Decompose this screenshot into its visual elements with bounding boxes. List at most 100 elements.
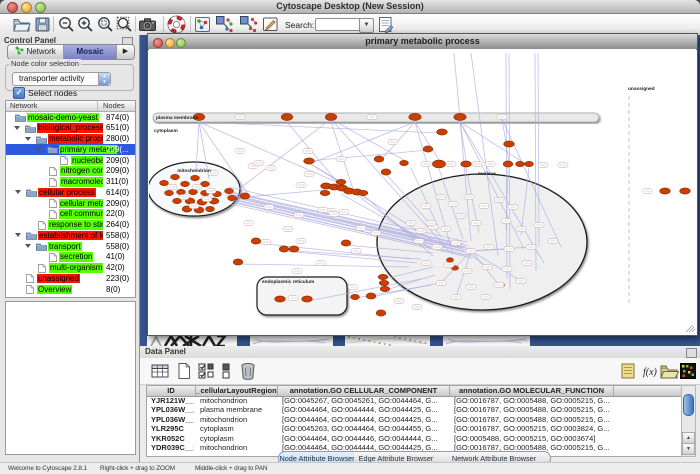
graph-node[interactable] (225, 188, 234, 193)
table-cell[interactable]: [GO:0045263, GO:0044464, GO:0044455, G..… (282, 424, 448, 433)
tree-row[interactable]: nitrogen compo209(0) (6, 166, 135, 177)
tree-row[interactable]: macromolecule311(0) (6, 177, 135, 188)
zoom-fit-icon[interactable] (115, 15, 134, 34)
zoom-in-icon[interactable] (76, 15, 95, 34)
zoom-selected-icon[interactable] (96, 15, 115, 34)
tree-row[interactable]: unassigned223(0) (6, 273, 135, 284)
attribute-table-icon[interactable] (150, 361, 170, 381)
search-dropdown-button[interactable]: ▼ (359, 18, 374, 33)
graph-node[interactable] (171, 174, 180, 179)
table-cell[interactable]: mitochondrion (200, 396, 276, 405)
layout-a-icon[interactable] (215, 15, 234, 34)
table-cell[interactable]: [GO:0016787, GO:0005215, GO:0003824, G..… (454, 424, 679, 433)
graph-node[interactable] (454, 113, 466, 120)
network-window-title-bar[interactable]: primary metabolic process (148, 34, 697, 50)
network-view-icon[interactable] (193, 15, 212, 34)
graph-node[interactable] (409, 113, 421, 120)
graph-node[interactable] (374, 156, 384, 162)
table-cell[interactable]: plasma membrane (200, 405, 276, 414)
column-header[interactable]: annotation.GO MOLECULAR_FUNCTION (450, 386, 614, 396)
graph-node[interactable] (325, 113, 336, 120)
tree-row[interactable]: cellular metabo209(0) (6, 198, 135, 209)
graph-node[interactable] (240, 193, 250, 199)
graph-node[interactable] (281, 113, 292, 120)
graph-node[interactable] (304, 158, 315, 164)
table-cell[interactable]: YPL036W__1 (151, 415, 194, 424)
column-header[interactable]: annotation.GO CELLULAR_COMPONENT (278, 386, 450, 396)
graph-node[interactable] (189, 189, 198, 194)
app-title-bar[interactable]: Cytoscape Desktop (New Session) (0, 0, 700, 14)
node-color-dropdown[interactable]: transporter activity ▲▼ (12, 72, 111, 86)
save-icon[interactable] (33, 15, 52, 34)
tree-row[interactable]: cellular process614(0) (6, 187, 135, 198)
help-lifesaver-icon[interactable] (167, 15, 186, 34)
tab-mosaic[interactable]: Mosaic (64, 45, 116, 59)
graph-node[interactable] (233, 259, 243, 265)
graph-node[interactable] (160, 180, 169, 185)
table-cell[interactable]: YPL036W__2 (151, 405, 194, 414)
table-cell[interactable]: cytoplasm (200, 424, 276, 433)
graph-node[interactable] (279, 246, 289, 252)
table-cell[interactable]: YKR052C (151, 434, 194, 443)
graph-node[interactable] (206, 206, 215, 211)
table-cell[interactable]: [GO:0016787, GO:0005488, GO:0005215, G..… (454, 396, 679, 405)
tree-row[interactable]: biological_process651(0) (6, 123, 135, 134)
tree-row[interactable]: primary metabo209(... (6, 144, 135, 155)
tree-row[interactable]: establishment of lo558(0) (6, 230, 135, 241)
expand-triangle-icon[interactable] (14, 126, 20, 130)
open-file-icon[interactable] (12, 15, 31, 34)
table-scrollbar[interactable]: ▲ ▼ (681, 385, 696, 457)
graph-node[interactable] (376, 310, 386, 316)
graph-node[interactable] (191, 175, 200, 180)
graph-node[interactable] (400, 160, 409, 165)
graph-node[interactable] (379, 280, 389, 285)
attribute-editor-icon[interactable] (376, 15, 395, 34)
graph-node[interactable] (423, 146, 433, 152)
graph-node[interactable] (320, 190, 330, 195)
scroll-down-button[interactable]: ▼ (682, 443, 695, 455)
float-data-panel-icon[interactable] (686, 348, 697, 358)
graph-node[interactable] (341, 240, 351, 246)
graph-node[interactable] (302, 296, 313, 302)
column-header[interactable]: ID (147, 386, 196, 396)
select-attributes-icon[interactable] (196, 361, 216, 381)
import-folder-icon[interactable] (659, 361, 679, 381)
graph-node[interactable] (251, 238, 261, 244)
tree-row[interactable]: metabolic process280(0) (6, 134, 135, 145)
tab-overflow-button[interactable]: ▶ (116, 45, 134, 59)
graph-node[interactable] (177, 189, 186, 194)
table-cell[interactable]: [GO:0016787, GO:0005488, GO:0005215, G..… (454, 405, 679, 414)
snapshot-icon[interactable] (138, 15, 157, 34)
birdseye-view-panel[interactable] (5, 301, 136, 455)
select-nodes-checkbox[interactable]: ✓ (13, 87, 25, 99)
function-builder-icon[interactable]: f(x) (641, 361, 661, 381)
tree-row[interactable]: response to stimulu264(0) (6, 220, 135, 231)
graph-node[interactable] (381, 169, 391, 175)
graph-node[interactable] (275, 296, 286, 302)
table-cell[interactable]: cytoplasm (200, 434, 276, 443)
table-cell[interactable]: [GO:0044464, GO:0044444, GO:0044425, G..… (282, 415, 448, 424)
table-cell[interactable]: [GO:0044464, GO:0044446, GO:0044444, G..… (282, 434, 448, 443)
graph-node[interactable] (503, 161, 513, 167)
network-canvas[interactable]: plasma membranecytoplasmmitochondrionnuc… (149, 49, 696, 334)
graph-node[interactable] (660, 188, 671, 194)
graph-node[interactable] (516, 161, 525, 166)
expand-triangle-icon[interactable] (15, 233, 21, 237)
tree-row[interactable]: transport558(0) (6, 241, 135, 252)
graph-node[interactable] (378, 274, 388, 279)
expand-triangle-icon[interactable] (25, 137, 31, 141)
tree-row[interactable]: Overview8(0) (6, 284, 135, 295)
delete-attribute-icon[interactable] (238, 361, 258, 381)
graph-node[interactable] (228, 195, 237, 200)
table-cell[interactable]: YJR121W__1 (151, 396, 194, 405)
matrix-icon[interactable] (678, 361, 698, 381)
zoom-out-icon[interactable] (57, 15, 76, 34)
unselect-attributes-icon[interactable] (217, 361, 237, 381)
tree-row[interactable]: cell communicat22(0) (6, 209, 135, 220)
graph-node[interactable] (461, 161, 472, 167)
tree-row[interactable]: multi-organism pro42(0) (6, 263, 135, 274)
table-cell[interactable]: [GO:0044464, GO:0044444, GO:0044425, G..… (282, 405, 448, 414)
table-cell[interactable]: YLR295C (151, 424, 194, 433)
graph-node[interactable] (165, 190, 174, 195)
graph-node[interactable] (446, 258, 453, 262)
